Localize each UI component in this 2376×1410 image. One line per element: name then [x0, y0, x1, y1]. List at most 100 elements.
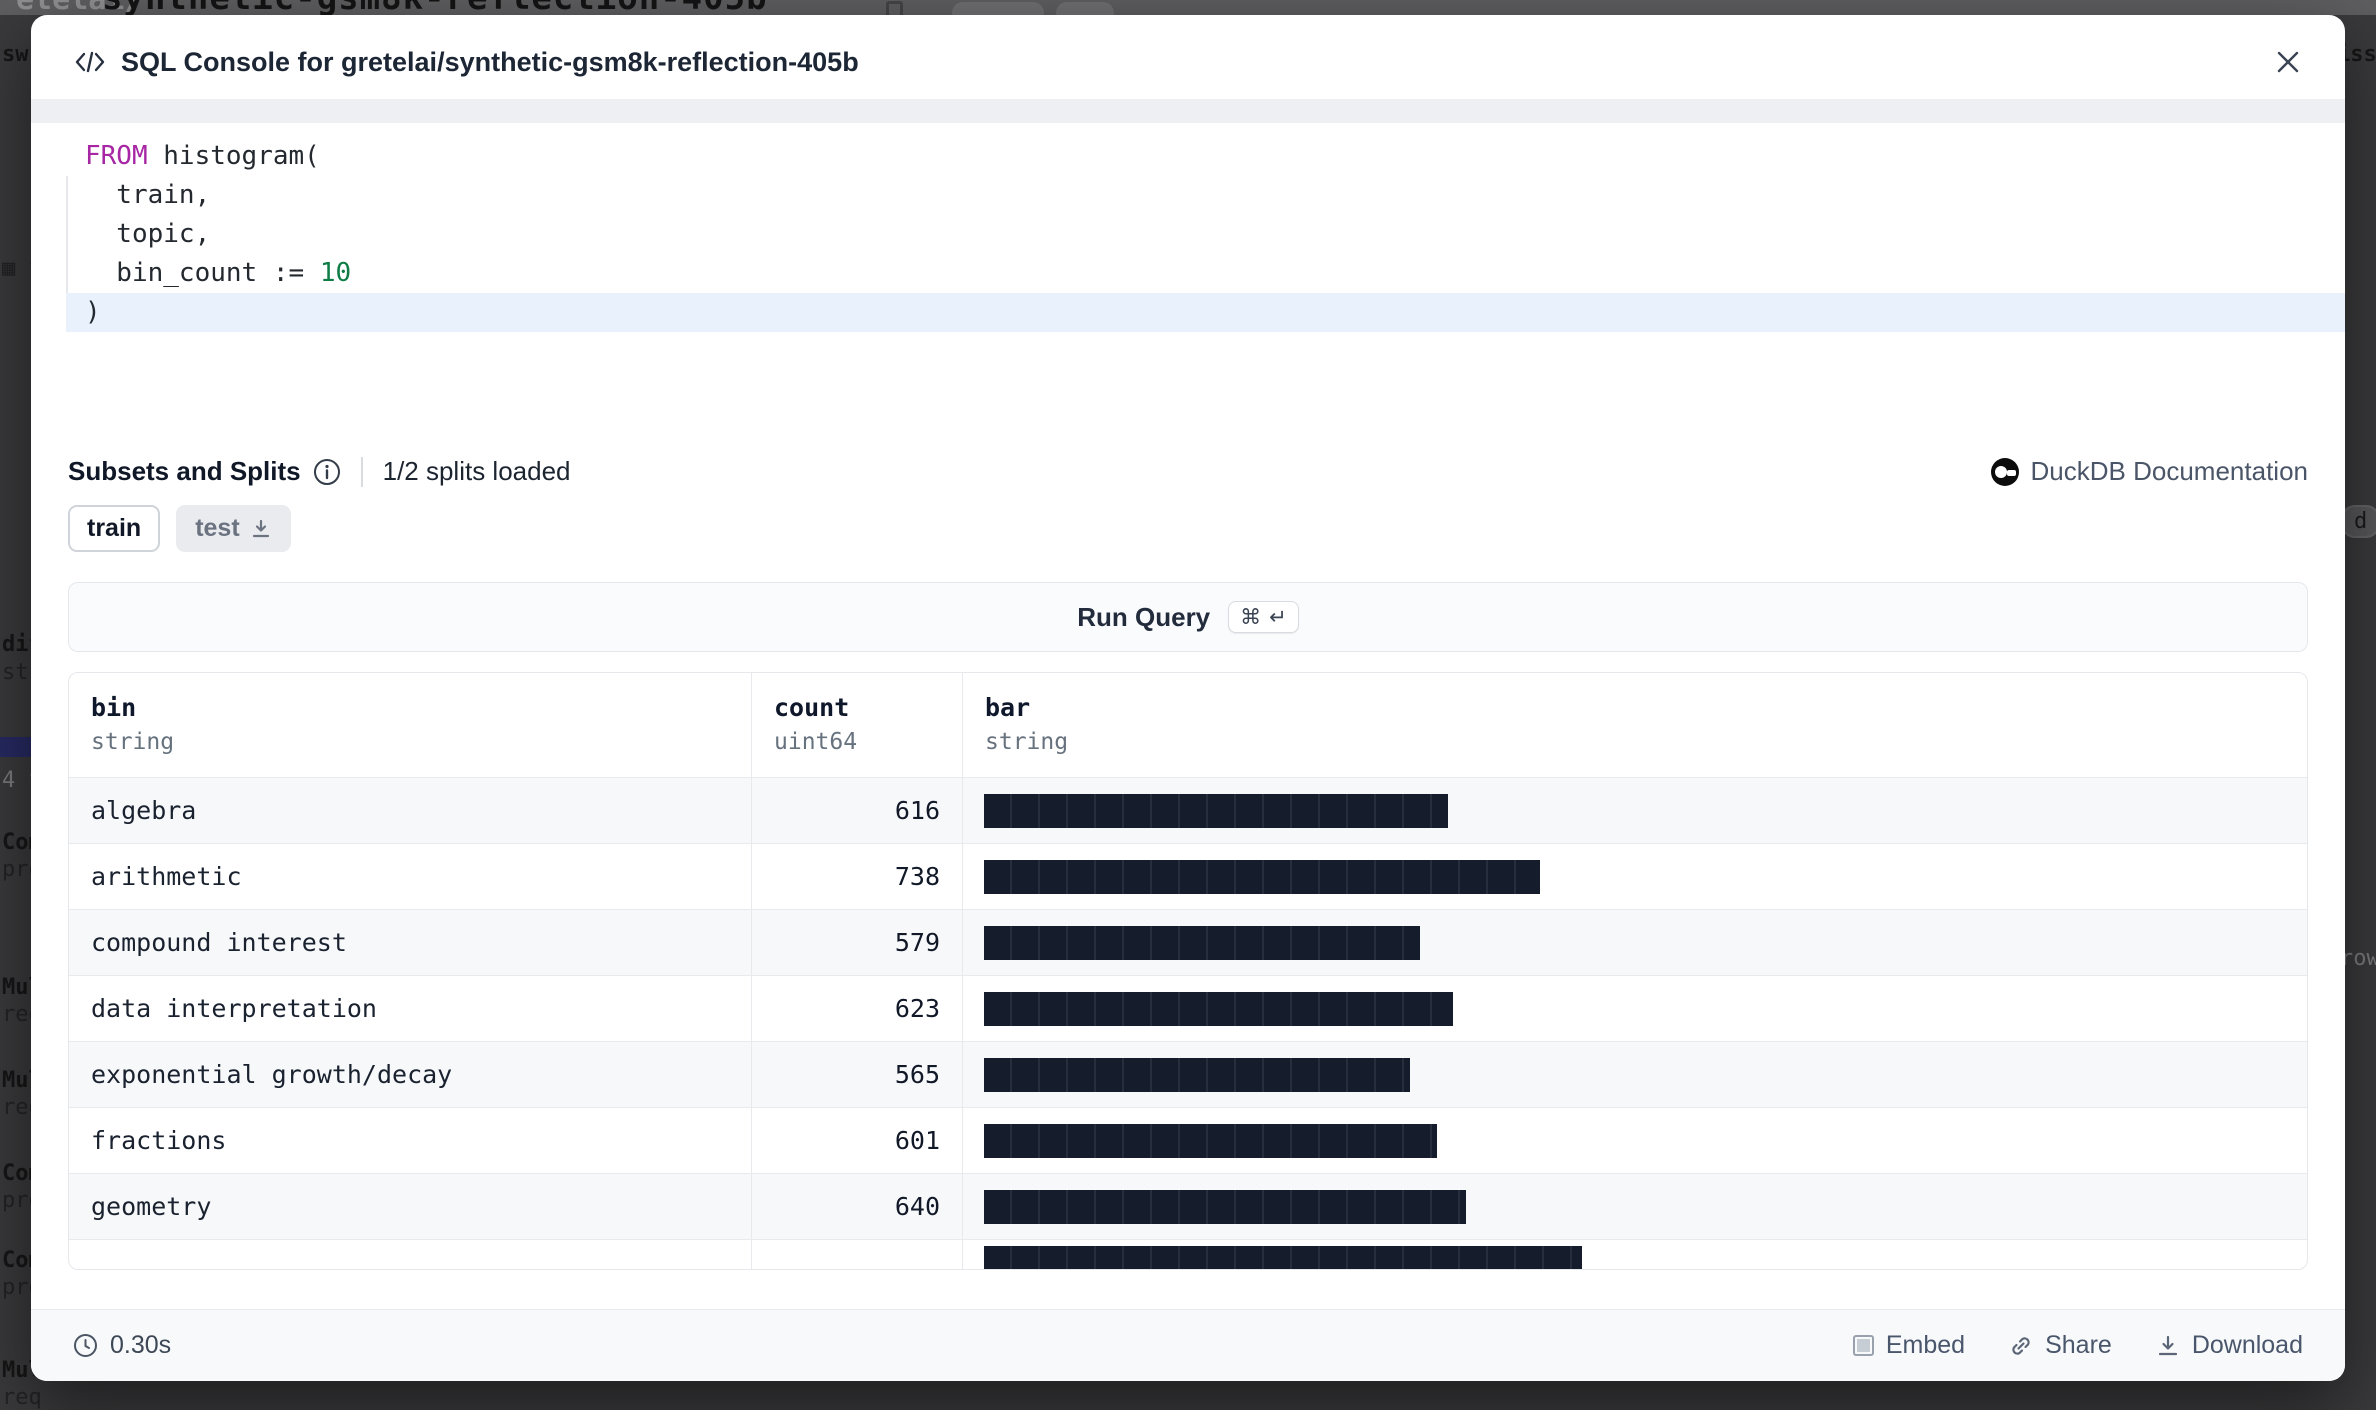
background-selected-row-band [0, 737, 32, 757]
sql-editor[interactable]: FROM histogram( train, topic, bin_count … [66, 123, 2345, 338]
column-name: bar [985, 693, 2307, 722]
share-label: Share [2045, 1331, 2112, 1360]
modal-header: SQL Console for gretelai/synthetic-gsm8k… [31, 15, 2345, 99]
table-row[interactable]: fractions601 [69, 1107, 2307, 1173]
histogram-bar [984, 1190, 1466, 1224]
download-button[interactable]: Download [2156, 1331, 2303, 1360]
background-text-fragment: row [2340, 946, 2376, 971]
editor-line[interactable]: topic, [66, 215, 2345, 254]
table-row[interactable]: algebra616 [69, 777, 2307, 843]
results-table: binstringcountuint64barstring algebra616… [68, 672, 2308, 1270]
cell-bin: arithmetic [69, 844, 752, 909]
results-body: algebra616arithmetic738compound interest… [69, 777, 2307, 1269]
code-token: topic, [85, 219, 210, 249]
editor-line[interactable]: train, [66, 176, 2345, 215]
code-token: histogram( [148, 141, 320, 171]
table-row[interactable]: exponential growth/decay565 [69, 1041, 2307, 1107]
cell-bar [963, 910, 2307, 975]
cell-count: 738 [752, 844, 963, 909]
table-row[interactable]: geometry640 [69, 1173, 2307, 1239]
info-icon[interactable] [313, 458, 341, 486]
footer-actions: Embed Share Download [1853, 1331, 2303, 1360]
duckdb-logo-icon [1991, 458, 2019, 486]
cell-bar [963, 1042, 2307, 1107]
histogram-bar [984, 1058, 1410, 1092]
close-button[interactable] [2271, 45, 2305, 79]
cell-count: 640 [752, 1174, 963, 1239]
run-query-button[interactable]: Run Query ⌘ ↵ [68, 582, 2308, 652]
editor-active-line[interactable]: ) [66, 293, 2345, 332]
editor-top-strip [31, 99, 2345, 123]
cell-bin: geometry [69, 1174, 752, 1239]
download-label: Download [2192, 1331, 2303, 1360]
cell-bin: fractions [69, 1108, 752, 1173]
table-row-partial [69, 1239, 2307, 1269]
background-text-fragment: req [2, 1385, 42, 1410]
keyboard-shortcut-badge: ⌘ ↵ [1228, 601, 1299, 633]
command-key-icon: ⌘ [1240, 605, 1261, 629]
histogram-bar [984, 860, 1540, 894]
duckdb-documentation-link[interactable]: DuckDB Documentation [1991, 456, 2308, 487]
editor-line[interactable]: bin_count := 10 [66, 254, 2345, 293]
cell-count: 623 [752, 976, 963, 1041]
cell-bin: exponential growth/decay [69, 1042, 752, 1107]
code-token: FROM [85, 141, 148, 171]
results-header: binstringcountuint64barstring [69, 673, 2307, 777]
download-split-icon [250, 518, 272, 540]
histogram-bar [984, 794, 1448, 828]
cell-bar [963, 1108, 2307, 1173]
cell-count [752, 1240, 963, 1269]
indent-guide [66, 176, 68, 293]
histogram-bar [984, 926, 1420, 960]
split-tab-label: test [195, 514, 239, 543]
column-name: bin [91, 693, 751, 722]
elapsed-time: 0.30s [110, 1331, 171, 1360]
cell-bar [963, 1240, 2307, 1269]
enter-key-icon: ↵ [1269, 605, 1287, 629]
cell-bin [69, 1240, 752, 1269]
cell-bar [963, 1174, 2307, 1239]
editor-line[interactable]: FROM histogram( [66, 137, 2345, 176]
split-tab-test[interactable]: test [176, 505, 290, 552]
share-button[interactable]: Share [2009, 1331, 2112, 1360]
embed-icon [1853, 1335, 1874, 1356]
column-type: string [91, 729, 751, 755]
split-tabs: train test [31, 505, 2345, 552]
close-icon [2275, 49, 2301, 75]
sql-console-modal: SQL Console for gretelai/synthetic-gsm8k… [31, 15, 2345, 1381]
cell-count: 579 [752, 910, 963, 975]
split-tab-train[interactable]: train [68, 505, 160, 552]
cell-bar [963, 976, 2307, 1041]
background-text-fragment: sw [2, 42, 29, 67]
download-icon [2156, 1334, 2180, 1358]
cell-bin: data interpretation [69, 976, 752, 1041]
code-icon [75, 49, 105, 75]
clock-icon [73, 1333, 98, 1358]
embed-button[interactable]: Embed [1853, 1331, 1965, 1360]
splits-heading: Subsets and Splits [68, 456, 301, 487]
divider [361, 457, 363, 487]
code-token: train, [85, 180, 210, 210]
modal-footer: 0.30s Embed Share Download [31, 1309, 2345, 1381]
splits-status: 1/2 splits loaded [383, 456, 571, 487]
cell-bar [963, 778, 2307, 843]
cell-bin: algebra [69, 778, 752, 843]
split-tab-label: train [87, 514, 141, 543]
column-header-bar[interactable]: bar string [963, 673, 2307, 777]
column-type: uint64 [774, 729, 962, 755]
embed-label: Embed [1886, 1331, 1965, 1360]
table-row[interactable]: data interpretation623 [69, 975, 2307, 1041]
column-header-count[interactable]: countuint64 [752, 673, 963, 777]
table-row[interactable]: arithmetic738 [69, 843, 2307, 909]
table-row[interactable]: compound interest579 [69, 909, 2307, 975]
column-type: string [985, 729, 2307, 755]
code-token: bin_count := [85, 258, 320, 288]
cell-count: 616 [752, 778, 963, 843]
duckdb-link-label: DuckDB Documentation [2031, 456, 2308, 487]
splits-row: Subsets and Splits 1/2 splits loaded Duc… [31, 456, 2345, 487]
histogram-bar [984, 1124, 1437, 1158]
cell-count: 601 [752, 1108, 963, 1173]
cell-bin: compound interest [69, 910, 752, 975]
background-text-fragment: d [2341, 505, 2376, 538]
column-header-bin[interactable]: bin string [69, 673, 752, 777]
